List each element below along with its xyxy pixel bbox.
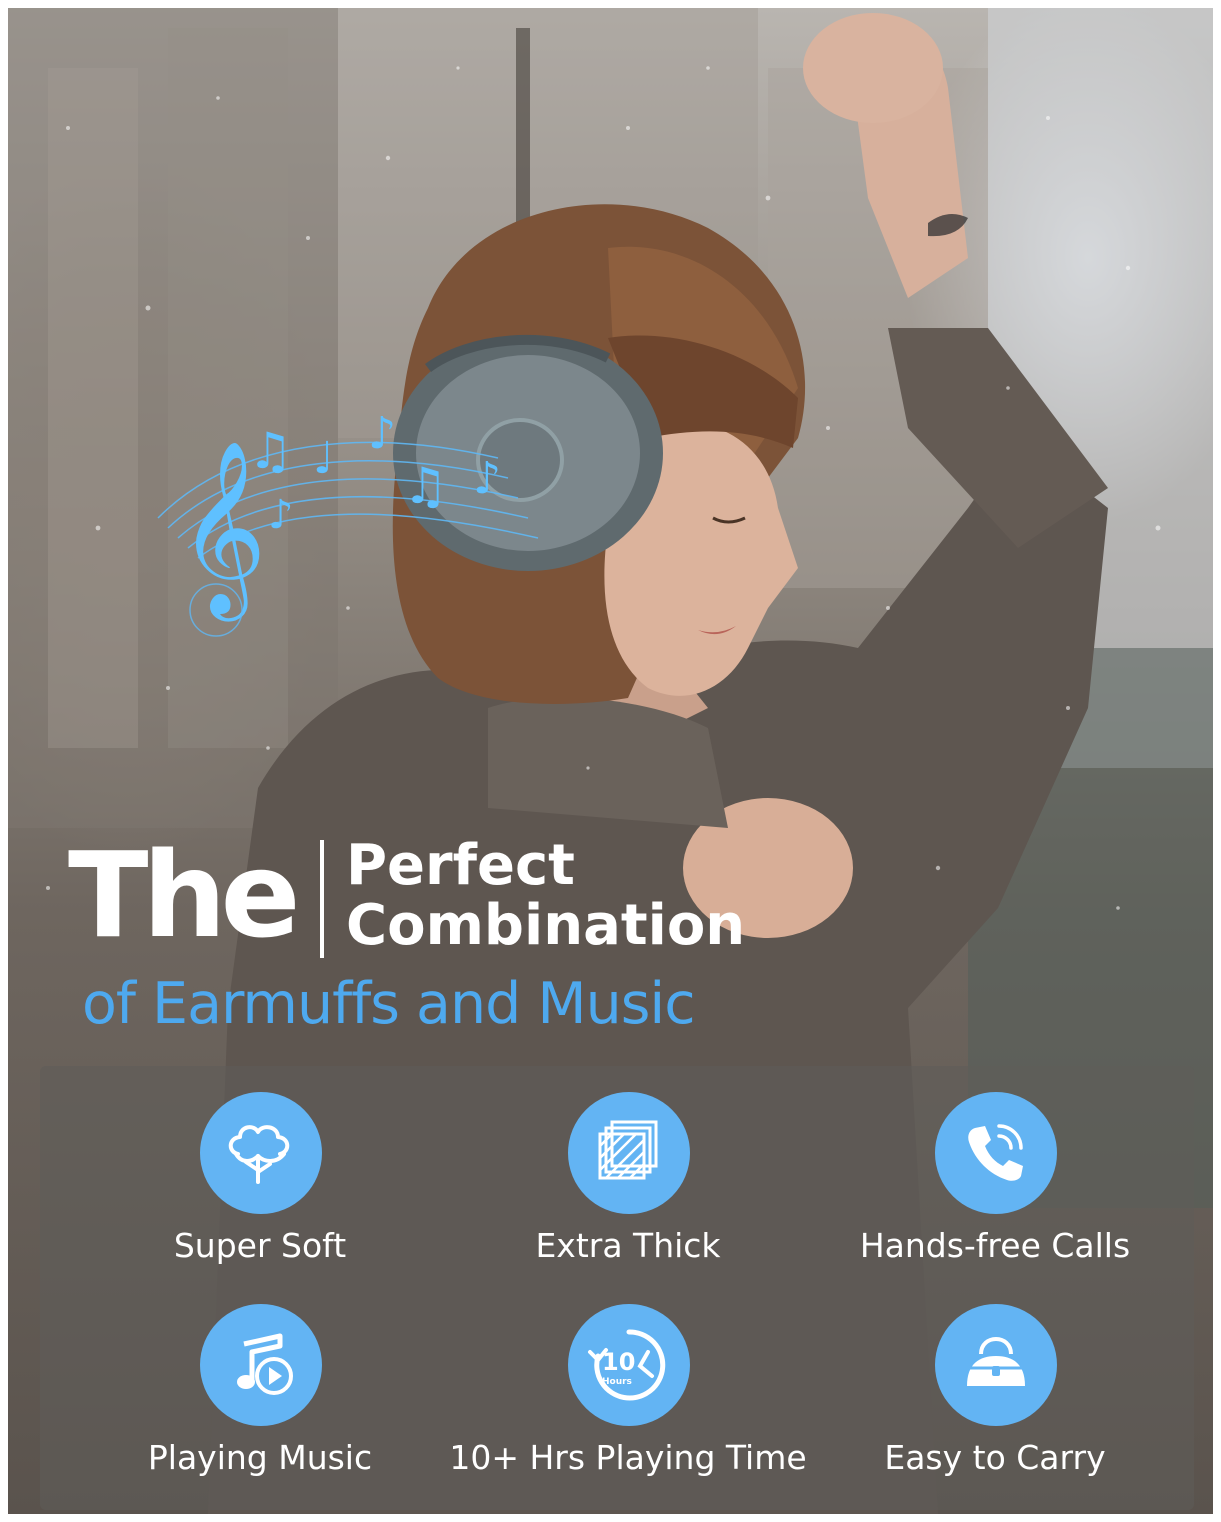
feature-easy-to-carry: Easy to Carry — [825, 1304, 1165, 1484]
svg-text:♪: ♪ — [368, 408, 396, 459]
svg-text:♫: ♫ — [403, 457, 448, 515]
features-panel: Super Soft Extra Thick Hands-free Calls … — [40, 1066, 1194, 1510]
feature-label: Super Soft — [173, 1226, 347, 1265]
feature-super-soft: Super Soft — [90, 1092, 430, 1272]
headline-subtitle: of Earmuffs and Music — [82, 971, 696, 1037]
feature-label: Hands-free Calls — [859, 1226, 1131, 1265]
feature-playing-time: 10 Hours 10+ Hrs Playing Time — [449, 1304, 807, 1484]
ten-hours-clock-icon: 10 Hours — [568, 1304, 690, 1426]
feature-label: Extra Thick — [535, 1226, 721, 1265]
svg-text:♩: ♩ — [313, 433, 334, 484]
headline-combination: Combination — [346, 893, 746, 958]
music-notes-graphic: 𝄞 ♫ ♩ ♪ ♫ ♪ ♪ — [157, 408, 539, 637]
headline-divider — [320, 840, 324, 958]
feature-extra-thick: Extra Thick — [458, 1092, 798, 1272]
svg-text:♪: ♪ — [473, 453, 501, 504]
product-banner: 𝄞 ♫ ♩ ♪ ♫ ♪ ♪ The Perfect Combination of… — [8, 8, 1213, 1514]
cotton-icon — [200, 1092, 322, 1214]
headline-the: The — [68, 826, 301, 964]
phone-call-icon — [935, 1092, 1057, 1214]
music-play-icon — [200, 1304, 322, 1426]
handbag-icon — [935, 1304, 1057, 1426]
feature-label: Playing Music — [147, 1438, 373, 1477]
headline-perfect: Perfect — [346, 833, 575, 898]
clock-number-text: 10 — [602, 1348, 635, 1376]
layers-icon — [568, 1092, 690, 1214]
feature-playing-music: Playing Music — [90, 1304, 430, 1484]
svg-text:♫: ♫ — [248, 422, 293, 480]
feature-hands-free-calls: Hands-free Calls — [825, 1092, 1165, 1272]
headline: The Perfect Combination of Earmuffs and … — [68, 828, 888, 1068]
feature-label: 10+ Hrs Playing Time — [449, 1438, 807, 1477]
svg-text:♪: ♪ — [268, 492, 294, 538]
feature-label: Easy to Carry — [884, 1438, 1106, 1477]
clock-unit-text: Hours — [602, 1377, 632, 1387]
